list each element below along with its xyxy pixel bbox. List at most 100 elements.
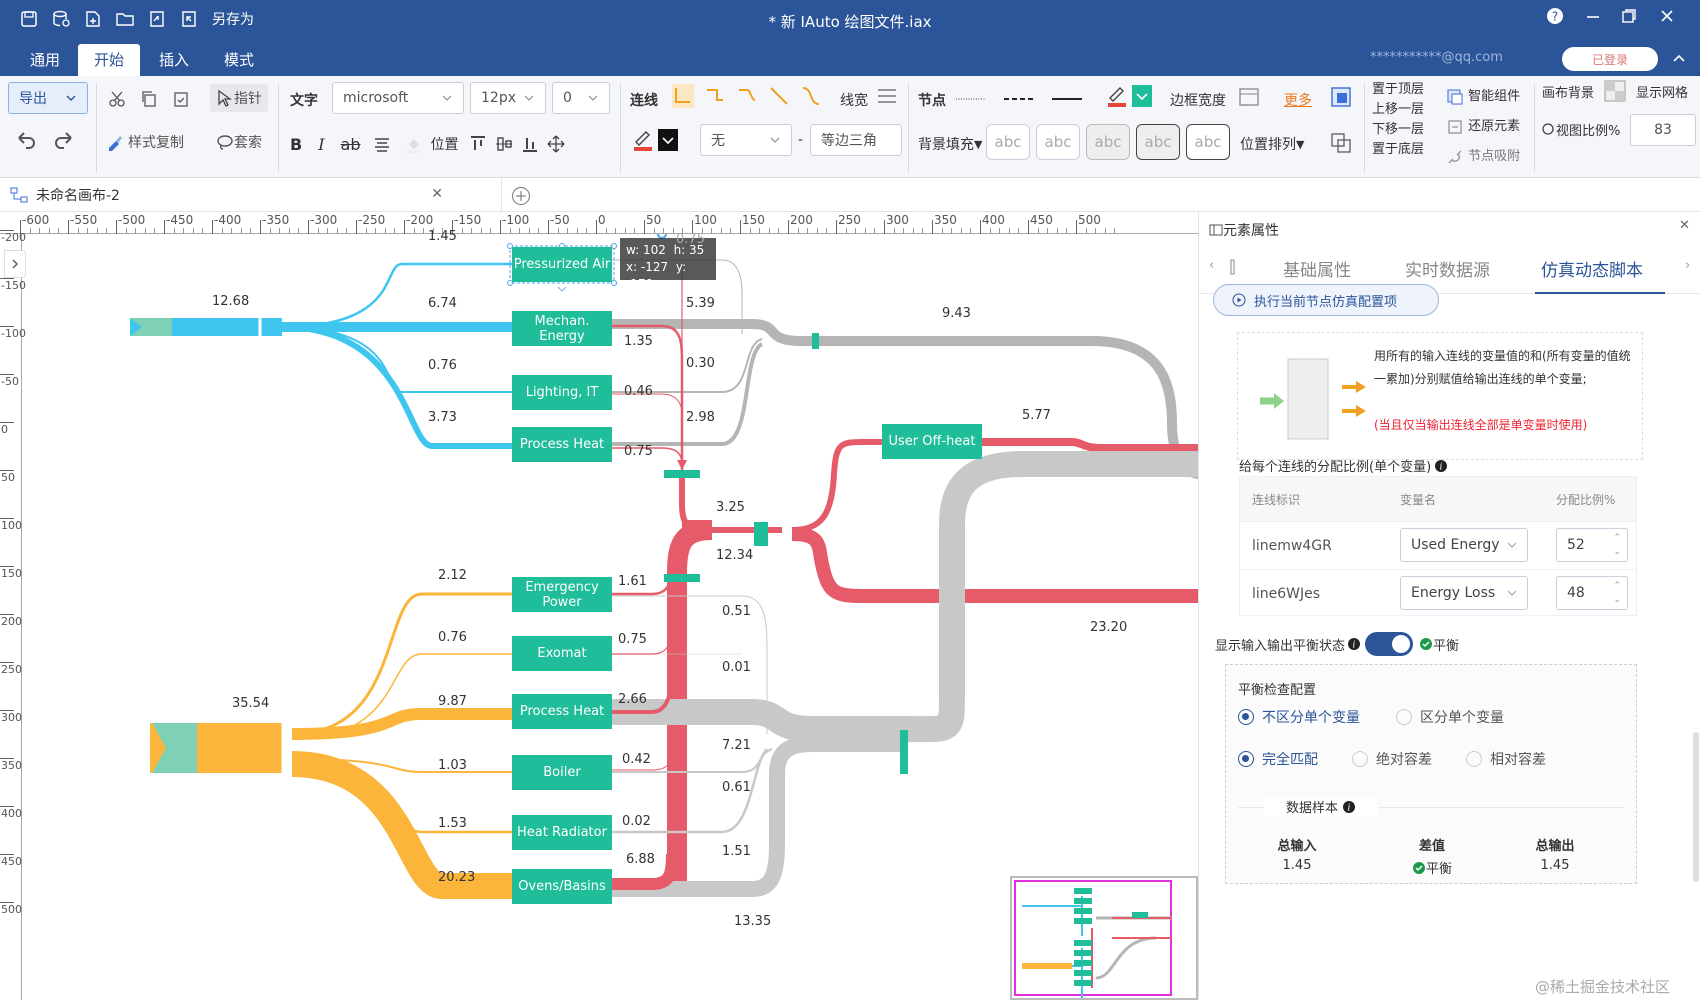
line-curve-icon[interactable]	[736, 84, 758, 108]
style-preset-3[interactable]: abc	[1086, 124, 1130, 160]
move-up-button[interactable]: 上移一层	[1372, 100, 1424, 120]
line-step-icon[interactable]	[704, 84, 726, 108]
node-process-heat-bottom[interactable]: Process Heat	[512, 694, 612, 729]
minimize-icon[interactable]	[1584, 7, 1602, 25]
chevron-down-icon[interactable]	[1132, 85, 1152, 107]
save-icon[interactable]	[20, 10, 38, 28]
line-width-icon[interactable]	[876, 86, 898, 108]
panel-scrollbar[interactable]	[1693, 732, 1699, 882]
close-window-icon[interactable]	[1658, 7, 1676, 25]
undo-icon[interactable]	[14, 128, 38, 152]
align-top-icon[interactable]	[469, 135, 487, 153]
move-down-button[interactable]: 下移一层	[1372, 120, 1424, 140]
node-ovens-basins[interactable]: Ovens/Basins	[512, 869, 612, 904]
font-family-select[interactable]: microsoft	[332, 82, 464, 114]
line-end-select[interactable]: 等边三角	[810, 124, 902, 156]
node-emergency-power[interactable]: Emergency Power	[512, 577, 612, 612]
variable-select[interactable]: Energy Loss	[1400, 576, 1528, 610]
align-bottom-icon[interactable]	[521, 135, 539, 153]
export-dropdown[interactable]: 导出	[8, 82, 88, 114]
close-tab-icon[interactable]: ✕	[431, 186, 443, 202]
letter-spacing-select[interactable]: 0	[552, 82, 610, 114]
close-panel-icon[interactable]: ✕	[1679, 218, 1690, 233]
node-exomat[interactable]: Exomat	[512, 636, 612, 671]
radio-absolute[interactable]	[1352, 751, 1368, 767]
restore-element-button[interactable]: 还原元素	[1446, 112, 1520, 142]
info-circle-icon[interactable]: i	[1347, 635, 1361, 653]
node-lighting-it[interactable]: Lighting, IT	[512, 375, 612, 410]
chevron-down-icon[interactable]	[658, 129, 678, 151]
menu-tab-insert[interactable]: 插入	[143, 44, 205, 76]
align-middle-icon[interactable]	[495, 135, 513, 153]
smart-group-button[interactable]: 智能组件	[1446, 82, 1520, 112]
paste-icon[interactable]	[172, 90, 190, 108]
node-pressurized-air[interactable]: Pressurized Air	[512, 247, 612, 282]
node-process-heat-top[interactable]: Process Heat	[512, 427, 612, 462]
import-icon[interactable]	[148, 10, 166, 28]
canvas-area[interactable]: -600 -550 -500 -450 -400 -350 -300 -250 -200 -150…	[0, 212, 1198, 1000]
info-circle-icon[interactable]: i	[1434, 457, 1448, 475]
new-file-icon[interactable]	[84, 10, 102, 28]
border-solid-icon[interactable]	[1050, 90, 1084, 108]
canvas-bg-icon[interactable]	[1604, 80, 1626, 102]
restore-window-icon[interactable]	[1620, 7, 1638, 25]
stepper-icon[interactable]: ⌃ ⌄	[1613, 579, 1621, 607]
radio-exact[interactable]	[1238, 751, 1254, 767]
export-file-icon[interactable]	[180, 10, 198, 28]
more-link[interactable]: 更多	[1284, 90, 1312, 110]
menu-tab-mode[interactable]: 模式	[208, 44, 270, 76]
font-size-select[interactable]: 12px	[470, 82, 546, 114]
exec-config-button[interactable]: 执行当前节点仿真配置项	[1213, 284, 1439, 316]
node-boiler[interactable]: Boiler	[512, 755, 612, 790]
line-color-button[interactable]	[632, 128, 678, 152]
bold-icon[interactable]: B	[290, 135, 302, 154]
save-as-button[interactable]: 另存为	[212, 9, 254, 29]
redo-icon[interactable]	[52, 128, 76, 152]
pointer-button[interactable]: 指针	[210, 84, 268, 112]
format-copy-button[interactable]: 样式复制	[106, 132, 184, 152]
cut-icon[interactable]	[108, 90, 126, 108]
login-button[interactable]: 已登录	[1562, 47, 1658, 71]
menu-tab-start[interactable]: 开始	[78, 44, 141, 76]
border-dashed-icon[interactable]	[1002, 90, 1036, 108]
variable-select[interactable]: Used Energy	[1400, 528, 1528, 562]
radio-no-split[interactable]	[1238, 709, 1254, 725]
arrange-dropdown[interactable]: 位置排列 ▼	[1240, 134, 1304, 154]
tab-scroll-right[interactable]: ›	[1685, 258, 1690, 273]
strikethrough-icon[interactable]: ab	[341, 135, 361, 154]
align-icon[interactable]	[373, 135, 391, 153]
node-user-offheat[interactable]: User Off-heat	[882, 424, 982, 459]
node-mechan-energy[interactable]: Mechan. Energy	[512, 311, 612, 346]
tab-basic[interactable]: 基础属性	[1283, 256, 1351, 281]
radio-split[interactable]	[1396, 709, 1412, 725]
tab-scroll-left[interactable]: ‹	[1209, 258, 1214, 273]
bring-to-front-button[interactable]: 置于顶层	[1372, 80, 1424, 100]
minimap[interactable]	[1010, 876, 1198, 1000]
italic-icon[interactable]: I	[318, 135, 324, 154]
lasso-button[interactable]: 套索	[216, 132, 262, 152]
radio-relative[interactable]	[1466, 751, 1482, 767]
zoom-input[interactable]: 83	[1630, 114, 1696, 146]
style-preset-1[interactable]: abc	[986, 124, 1030, 160]
node-heat-radiator[interactable]: Heat Radiator	[512, 815, 612, 850]
show-grid-label[interactable]: 显示网格	[1636, 82, 1688, 101]
style-preset-4[interactable]: abc	[1136, 124, 1180, 160]
line-straight-icon[interactable]	[768, 84, 790, 108]
border-color-button[interactable]	[1106, 84, 1152, 108]
database-icon[interactable]	[52, 10, 70, 28]
send-to-back-button[interactable]: 置于底层	[1372, 140, 1424, 160]
border-dotted-icon[interactable]	[954, 90, 988, 108]
help-icon[interactable]: ?	[1546, 7, 1564, 25]
line-bezier-icon[interactable]	[800, 84, 822, 108]
bg-fill-label[interactable]: 背景填充 ▼	[918, 134, 982, 154]
ratio-input[interactable]: 48 ⌃ ⌄	[1556, 576, 1628, 610]
line-orthogonal-icon[interactable]	[672, 84, 694, 108]
layer-icon[interactable]	[1330, 86, 1352, 108]
move-icon[interactable]	[547, 135, 565, 153]
ratio-input[interactable]: 52 ⌃ ⌄	[1556, 528, 1628, 562]
tab-script[interactable]: 仿真动态脚本	[1541, 256, 1643, 281]
line-start-select[interactable]: 无	[700, 124, 792, 156]
copy-icon[interactable]	[140, 90, 158, 108]
canvas-tab[interactable]: 未命名画布-2 ✕	[0, 178, 502, 212]
group-icon[interactable]	[1330, 132, 1352, 154]
